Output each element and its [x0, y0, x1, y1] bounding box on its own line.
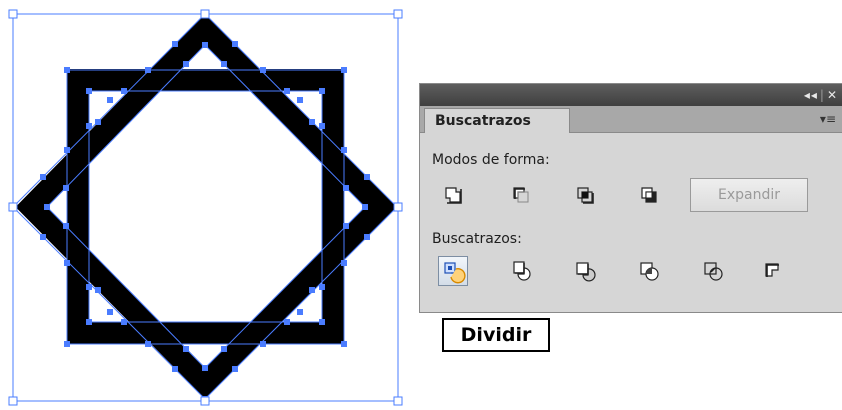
titlebar-separator: |	[819, 88, 825, 102]
anchor-point[interactable]	[341, 147, 347, 153]
anchor-point[interactable]	[343, 223, 349, 229]
divide-button[interactable]	[438, 256, 468, 286]
anchor-point[interactable]	[309, 287, 315, 293]
anchor-point[interactable]	[260, 341, 266, 347]
anchor-point[interactable]	[221, 346, 227, 352]
panel-tab-row: Buscatrazos ▾≡	[420, 106, 842, 133]
anchor-point[interactable]	[319, 123, 325, 129]
pathfinders-label: Buscatrazos:	[432, 231, 522, 247]
anchor-point[interactable]	[284, 88, 290, 94]
anchor-point[interactable]	[95, 287, 101, 293]
anchor-point[interactable]	[40, 234, 46, 240]
anchor-point[interactable]	[44, 204, 50, 210]
anchor-point[interactable]	[341, 341, 347, 347]
anchor-point[interactable]	[183, 61, 189, 67]
exclude-icon	[641, 187, 657, 203]
exclude-button[interactable]	[634, 180, 664, 210]
resize-handle[interactable]	[393, 9, 403, 19]
anchor-point[interactable]	[364, 174, 370, 180]
anchor-point[interactable]	[221, 61, 227, 67]
anchor-point[interactable]	[284, 319, 290, 325]
anchor-point[interactable]	[319, 319, 325, 325]
resize-handle[interactable]	[200, 9, 210, 19]
resize-handle[interactable]	[200, 396, 210, 406]
resize-handle[interactable]	[8, 202, 18, 212]
anchor-point[interactable]	[86, 284, 92, 290]
anchor-point[interactable]	[260, 67, 266, 73]
anchor-point[interactable]	[232, 41, 238, 47]
anchor-point[interactable]	[64, 67, 70, 73]
resize-handle[interactable]	[8, 396, 18, 406]
anchor-point[interactable]	[341, 260, 347, 266]
intersect-icon	[577, 187, 594, 204]
anchor-point[interactable]	[297, 309, 303, 315]
panel-titlebar: ◂◂ | ✕	[420, 84, 842, 106]
minus-front-icon	[513, 187, 529, 203]
outline-button[interactable]	[698, 256, 728, 286]
intersect-button[interactable]	[570, 180, 600, 210]
anchor-point[interactable]	[297, 97, 303, 103]
anchor-point[interactable]	[202, 365, 208, 371]
anchor-point[interactable]	[341, 67, 347, 73]
anchor-point[interactable]	[172, 41, 178, 47]
anchor-point[interactable]	[309, 119, 315, 125]
resize-handle[interactable]	[8, 9, 18, 19]
crop-button[interactable]	[634, 256, 664, 286]
anchor-point[interactable]	[364, 234, 370, 240]
merge-icon	[576, 262, 596, 282]
anchor-point[interactable]	[319, 88, 325, 94]
anchor-point[interactable]	[319, 284, 325, 290]
anchor-point[interactable]	[64, 260, 70, 266]
anchor-point[interactable]	[95, 119, 101, 125]
close-icon[interactable]: ✕	[827, 87, 838, 103]
anchor-point[interactable]	[183, 346, 189, 352]
crop-icon	[640, 262, 659, 281]
resize-handle[interactable]	[393, 202, 403, 212]
artwork-canvas[interactable]	[0, 0, 420, 410]
caption-label: Dividir	[442, 318, 550, 352]
panel-menu-icon[interactable]: ▾≡	[820, 112, 836, 126]
double-chevron-left-icon[interactable]: ◂◂	[804, 87, 818, 103]
unite-icon	[445, 187, 462, 204]
anchor-point[interactable]	[232, 366, 238, 372]
anchor-point[interactable]	[64, 341, 70, 347]
anchor-point[interactable]	[86, 88, 92, 94]
anchor-point[interactable]	[63, 185, 69, 191]
anchor-point[interactable]	[121, 319, 127, 325]
unite-button[interactable]	[438, 180, 468, 210]
anchor-point[interactable]	[121, 88, 127, 94]
expand-button[interactable]: Expandir	[690, 178, 808, 212]
anchor-point[interactable]	[362, 204, 368, 210]
anchor-point[interactable]	[145, 341, 151, 347]
shape-modes-label: Modos de forma:	[432, 152, 550, 168]
anchor-point[interactable]	[202, 42, 208, 48]
anchor-point[interactable]	[172, 366, 178, 372]
trim-icon	[513, 261, 531, 281]
anchor-point[interactable]	[64, 147, 70, 153]
minus-front-button[interactable]	[506, 180, 536, 210]
merge-button[interactable]	[570, 256, 600, 286]
anchor-point[interactable]	[86, 123, 92, 129]
minus-back-icon	[765, 263, 779, 277]
pathfinder-panel: ◂◂ | ✕ Buscatrazos ▾≡ Modos de forma: Ex…	[419, 83, 842, 313]
anchor-point[interactable]	[107, 309, 113, 315]
resize-handle[interactable]	[393, 396, 403, 406]
anchor-point[interactable]	[145, 67, 151, 73]
anchor-point[interactable]	[40, 174, 46, 180]
divide-icon	[444, 262, 466, 284]
anchor-point[interactable]	[63, 223, 69, 229]
outline-icon	[704, 262, 723, 281]
trim-button[interactable]	[506, 256, 536, 286]
minus-back-button[interactable]	[758, 256, 788, 286]
anchor-point[interactable]	[107, 97, 113, 103]
anchor-point[interactable]	[343, 185, 349, 191]
anchor-point[interactable]	[86, 319, 92, 325]
tab-buscatrazos[interactable]: Buscatrazos	[424, 108, 570, 133]
